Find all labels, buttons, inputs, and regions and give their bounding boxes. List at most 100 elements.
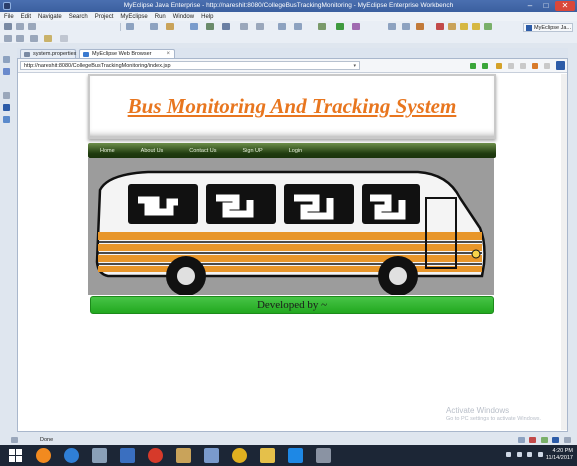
run-config-icon[interactable] bbox=[206, 23, 214, 30]
file-explorer-icon[interactable] bbox=[260, 448, 275, 463]
nav-login[interactable]: Login bbox=[289, 148, 302, 154]
chevron-down-icon[interactable]: ▾ bbox=[353, 62, 356, 69]
restore-icon[interactable] bbox=[3, 92, 10, 99]
build-icon[interactable] bbox=[222, 23, 230, 30]
nav-contact-us[interactable]: Contact Us bbox=[189, 148, 216, 154]
menu-myeclipse[interactable]: MyEclipse bbox=[120, 14, 147, 20]
task-icon[interactable] bbox=[448, 23, 456, 30]
mark-icon[interactable] bbox=[402, 23, 410, 30]
pin-icon[interactable] bbox=[472, 23, 480, 30]
error-icon[interactable] bbox=[529, 437, 537, 443]
myeclipse-icon[interactable] bbox=[556, 61, 565, 70]
go-icon[interactable] bbox=[470, 63, 476, 69]
forward-icon[interactable] bbox=[482, 63, 488, 69]
vertical-scrollbar[interactable] bbox=[561, 74, 567, 430]
prev-annotation-icon[interactable] bbox=[16, 35, 24, 42]
window-title-bar: MyEclipse Java Enterprise - http://nares… bbox=[0, 0, 577, 12]
watermark-subtitle: Go to PC settings to activate Windows. bbox=[446, 416, 542, 422]
maximize-button[interactable]: □ bbox=[539, 1, 553, 11]
back-icon[interactable] bbox=[484, 23, 492, 30]
app-icon[interactable] bbox=[316, 448, 331, 463]
server-icon[interactable] bbox=[126, 23, 134, 30]
footer-developed-by: Developed by ~ bbox=[256, 299, 328, 311]
network-icon[interactable] bbox=[517, 437, 525, 443]
new-icon[interactable] bbox=[4, 23, 12, 30]
tab-web-browser[interactable]: MyEclipse Web Browser × bbox=[79, 49, 175, 58]
editor-tabs: system.propertiex MyEclipse Web Browser … bbox=[17, 48, 568, 59]
nav-home[interactable]: Home bbox=[100, 148, 115, 154]
web-icon[interactable] bbox=[166, 23, 174, 30]
annotation-icon[interactable] bbox=[460, 23, 468, 30]
refresh-icon[interactable] bbox=[496, 63, 502, 69]
external-tools-icon[interactable] bbox=[352, 23, 360, 30]
nav-back-icon[interactable] bbox=[30, 35, 38, 42]
stop-icon[interactable] bbox=[520, 63, 526, 69]
run-icon[interactable] bbox=[336, 23, 344, 30]
outline-icon[interactable] bbox=[3, 68, 10, 75]
menu-file[interactable]: File bbox=[4, 14, 14, 20]
fast-view-icon[interactable] bbox=[11, 437, 18, 443]
debug-icon[interactable] bbox=[318, 23, 326, 30]
globe-icon bbox=[83, 52, 89, 57]
back-icon[interactable] bbox=[508, 63, 514, 69]
nav-about-us[interactable]: About Us bbox=[141, 148, 164, 154]
tray-arrow-icon[interactable] bbox=[505, 452, 511, 457]
nav-sign-up[interactable]: Sign UP bbox=[243, 148, 263, 154]
tray-network-icon[interactable] bbox=[516, 452, 522, 457]
close-button[interactable]: ✕ bbox=[555, 1, 575, 11]
close-tab-icon[interactable]: × bbox=[166, 50, 170, 59]
windows-start-icon[interactable] bbox=[8, 448, 23, 463]
update-icon[interactable] bbox=[540, 437, 548, 443]
status-text: Done bbox=[40, 437, 54, 443]
progress-icon[interactable] bbox=[564, 437, 571, 443]
last-edit-icon[interactable] bbox=[60, 35, 68, 42]
tray-volume-icon[interactable] bbox=[538, 452, 543, 457]
servers-icon[interactable] bbox=[3, 104, 10, 111]
refresh-icon[interactable] bbox=[256, 23, 264, 30]
system-clock[interactable]: 4:20 PM 11/14/2017 bbox=[546, 448, 573, 462]
open-type-icon[interactable] bbox=[240, 23, 248, 30]
internet-explorer-icon[interactable] bbox=[64, 448, 79, 463]
url-input[interactable]: http://nareshit:8080/CollegeBusTrackingM… bbox=[20, 61, 360, 70]
file-icon bbox=[24, 52, 30, 57]
page-title: Bus Monitoring And Tracking System bbox=[127, 94, 457, 118]
firefox-icon[interactable] bbox=[36, 448, 51, 463]
tools-icon[interactable] bbox=[294, 23, 302, 30]
perspective-label: MyEclipse Ja... bbox=[534, 25, 571, 31]
home-icon[interactable] bbox=[532, 63, 538, 69]
perspective-icon[interactable] bbox=[278, 23, 286, 30]
menu-help[interactable]: Help bbox=[201, 14, 213, 20]
menu-window[interactable]: Window bbox=[173, 14, 194, 20]
menu-edit[interactable]: Edit bbox=[21, 14, 31, 20]
chrome-icon[interactable] bbox=[232, 448, 247, 463]
search-icon[interactable] bbox=[388, 23, 396, 30]
skype-icon[interactable] bbox=[288, 448, 303, 463]
package-explorer-icon[interactable] bbox=[3, 56, 10, 63]
stop-icon[interactable] bbox=[436, 23, 444, 30]
menu-search[interactable]: Search bbox=[69, 14, 88, 20]
save-icon[interactable] bbox=[16, 23, 24, 30]
next-annotation-icon[interactable] bbox=[4, 35, 12, 42]
nav-forward-icon[interactable] bbox=[44, 35, 52, 42]
tray-flag-icon[interactable] bbox=[527, 452, 533, 457]
tools-app-icon[interactable] bbox=[92, 448, 107, 463]
browser-icon[interactable] bbox=[190, 23, 198, 30]
server-status-icon[interactable] bbox=[552, 437, 560, 443]
minimize-button[interactable]: – bbox=[523, 1, 537, 11]
menu-run[interactable]: Run bbox=[155, 14, 166, 20]
perspective-switcher[interactable]: MyEclipse Ja... bbox=[523, 23, 573, 32]
perspective-icon bbox=[526, 25, 532, 31]
menu-navigate[interactable]: Navigate bbox=[38, 14, 62, 20]
bookmark-icon[interactable] bbox=[416, 23, 424, 30]
explorer-window-icon[interactable] bbox=[204, 448, 219, 463]
tab-system-properties[interactable]: system.propertiex bbox=[20, 49, 76, 58]
myeclipse-taskbar-icon[interactable] bbox=[120, 448, 135, 463]
deploy-icon[interactable] bbox=[150, 23, 158, 30]
status-bar: Done bbox=[0, 436, 577, 445]
opera-icon[interactable] bbox=[148, 448, 163, 463]
menu-project[interactable]: Project bbox=[95, 14, 114, 20]
print-icon[interactable] bbox=[544, 63, 550, 69]
print-icon[interactable] bbox=[28, 23, 36, 30]
console-icon[interactable] bbox=[3, 116, 10, 123]
media-icon[interactable] bbox=[176, 448, 191, 463]
